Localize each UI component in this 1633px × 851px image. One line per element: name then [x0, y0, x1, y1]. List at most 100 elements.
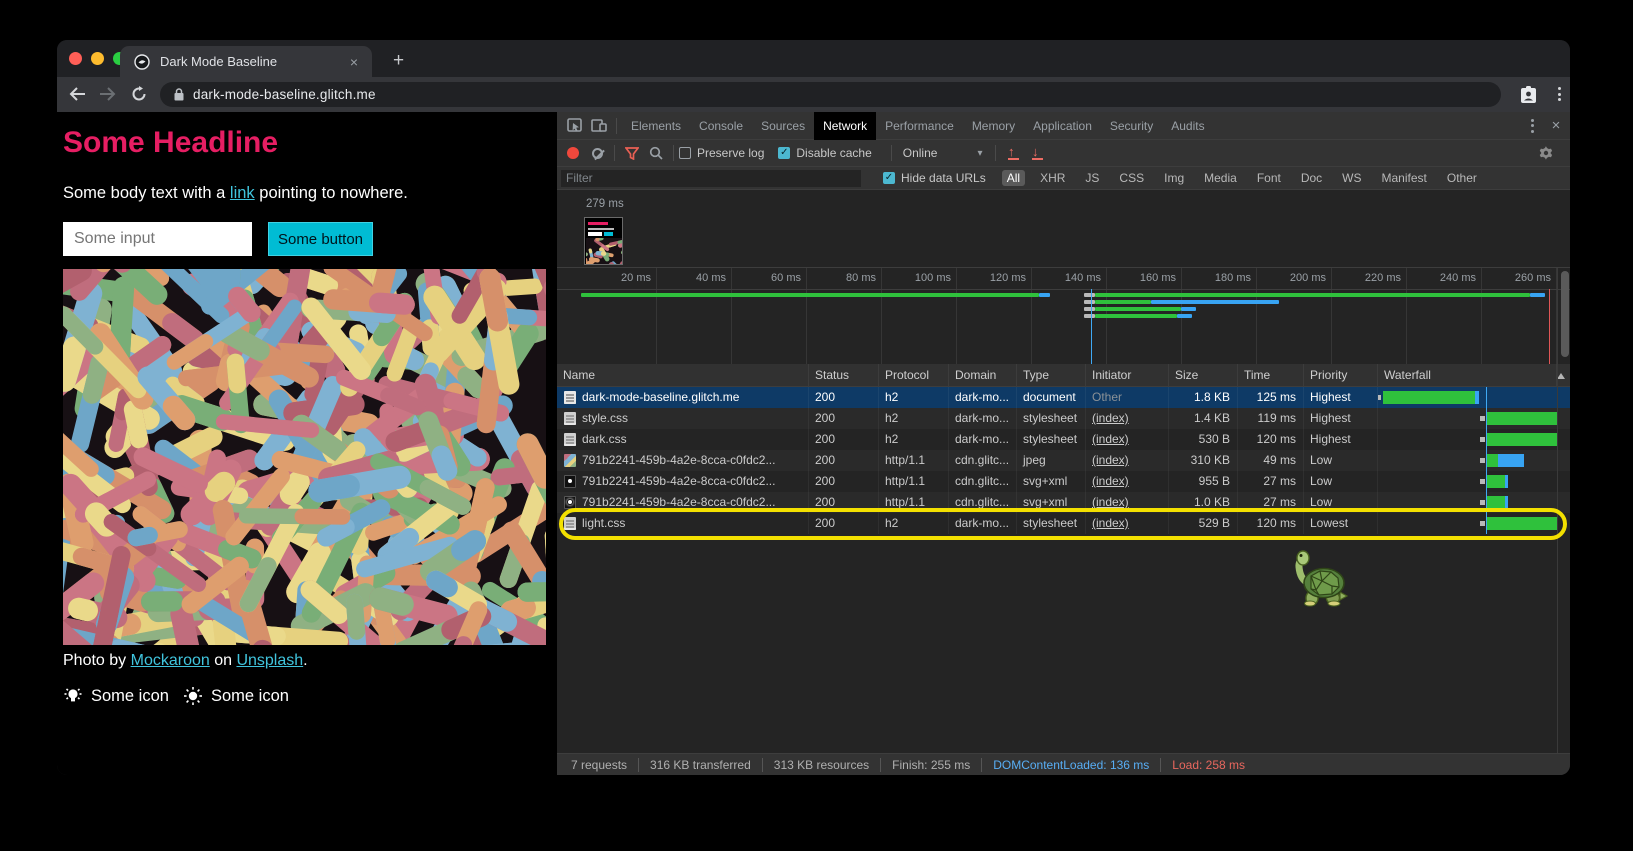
filter-type-manifest[interactable]: Manifest: [1377, 170, 1432, 186]
preserve-log-checkbox[interactable]: [679, 147, 691, 159]
column-header-size[interactable]: Size: [1169, 364, 1238, 387]
overview-request-bar: [1084, 293, 1095, 297]
page-headline: Some Headline: [63, 126, 278, 160]
overview-request-bar: [1177, 314, 1192, 318]
cell-type: document: [1017, 387, 1086, 408]
url-bar[interactable]: dark-mode-baseline.glitch.me: [160, 82, 1501, 107]
disable-cache-checkbox[interactable]: ✓: [778, 147, 790, 159]
column-header-name[interactable]: Name: [557, 364, 809, 387]
column-header-initiator[interactable]: Initiator: [1086, 364, 1169, 387]
tab-close-icon[interactable]: ×: [346, 54, 362, 70]
devtools-tab-memory[interactable]: Memory: [963, 112, 1024, 140]
column-header-protocol[interactable]: Protocol: [879, 364, 949, 387]
reload-icon[interactable]: [127, 82, 151, 106]
network-filter-input[interactable]: [561, 170, 861, 187]
devtools-tab-console[interactable]: Console: [690, 112, 752, 140]
search-icon[interactable]: [644, 143, 668, 163]
filter-type-font[interactable]: Font: [1252, 170, 1286, 186]
browser-tab[interactable]: Dark Mode Baseline ×: [120, 46, 372, 77]
record-icon[interactable]: [561, 143, 585, 163]
waterfall-cell: [1378, 408, 1557, 429]
network-request-row-dark.css[interactable]: dark.css200h2dark-mo...stylesheet(index)…: [557, 429, 1570, 450]
filter-type-media[interactable]: Media: [1199, 170, 1242, 186]
cell-time: 27 ms: [1238, 471, 1304, 492]
devtools-close-icon[interactable]: ×: [1544, 116, 1568, 136]
waterfall-waiting-bar: [1487, 412, 1557, 425]
network-overview-timeline[interactable]: 20 ms40 ms60 ms80 ms100 ms120 ms140 ms16…: [557, 268, 1570, 364]
cell-time: 125 ms: [1238, 387, 1304, 408]
column-header-time[interactable]: Time: [1238, 364, 1304, 387]
filmstrip-timestamp: 279 ms: [586, 198, 624, 210]
network-request-row-791b2241-459b-4a2e-8cca-c0fdc2...[interactable]: 791b2241-459b-4a2e-8cca-c0fdc2...200http…: [557, 450, 1570, 471]
load-event-line: [1549, 289, 1550, 364]
waterfall-download-bar: [1475, 391, 1479, 404]
filter-type-xhr[interactable]: XHR: [1035, 170, 1070, 186]
filter-type-css[interactable]: CSS: [1114, 170, 1149, 186]
filter-type-doc[interactable]: Doc: [1296, 170, 1327, 186]
clear-icon[interactable]: [585, 143, 609, 163]
network-request-row-dark-mode-baseline.glitch.me[interactable]: dark-mode-baseline.glitch.me200h2dark-mo…: [557, 387, 1570, 408]
initiator-link[interactable]: (index): [1092, 453, 1129, 467]
forward-icon[interactable]: [95, 82, 119, 106]
cell-size: 310 KB: [1169, 450, 1238, 471]
devtools-tab-performance[interactable]: Performance: [876, 112, 963, 140]
sun-icon: [183, 686, 203, 706]
devtools-tab-sources[interactable]: Sources: [752, 112, 814, 140]
throttling-dropdown-icon[interactable]: ▾: [977, 148, 982, 159]
network-settings-gear-icon[interactable]: [1534, 143, 1558, 163]
column-header-type[interactable]: Type: [1017, 364, 1086, 387]
credit-link-unsplash[interactable]: Unsplash: [236, 652, 303, 669]
filter-funnel-icon[interactable]: [620, 143, 644, 163]
initiator-text: Other: [1092, 390, 1122, 404]
column-header-status[interactable]: Status: [809, 364, 879, 387]
traffic-light-close[interactable]: [69, 52, 82, 65]
filter-type-ws[interactable]: WS: [1337, 170, 1366, 186]
cell-time: 49 ms: [1238, 450, 1304, 471]
column-header-priority[interactable]: Priority: [1304, 364, 1378, 387]
page-button[interactable]: Some button: [268, 222, 373, 256]
initiator-link[interactable]: (index): [1092, 474, 1129, 488]
back-icon[interactable]: [65, 82, 89, 106]
body-link[interactable]: link: [230, 184, 255, 202]
filter-type-js[interactable]: JS: [1080, 170, 1104, 186]
network-request-row-791b2241-459b-4a2e-8cca-c0fdc2...[interactable]: 791b2241-459b-4a2e-8cca-c0fdc2...200http…: [557, 471, 1570, 492]
ruler-gridline: [1256, 268, 1257, 364]
cell-priority: Highest: [1304, 387, 1378, 408]
filter-type-img[interactable]: Img: [1159, 170, 1189, 186]
initiator-link[interactable]: (index): [1092, 495, 1129, 509]
annotation-highlight-oval: [559, 508, 1567, 540]
devtools-tab-elements[interactable]: Elements: [622, 112, 690, 140]
inspect-cursor-icon[interactable]: [563, 116, 587, 136]
waterfall-cell: [1378, 471, 1557, 492]
filter-type-all[interactable]: All: [1002, 170, 1025, 186]
initiator-link[interactable]: (index): [1092, 432, 1129, 446]
initiator-link[interactable]: (index): [1092, 411, 1129, 425]
column-header-waterfall[interactable]: Waterfall: [1378, 364, 1557, 387]
credit-link-mockaroon[interactable]: Mockaroon: [131, 652, 210, 669]
overview-request-bar: [1095, 314, 1178, 318]
browser-window: Dark Mode Baseline × + dark-mode-baseli: [57, 40, 1570, 775]
new-tab-button[interactable]: +: [387, 48, 410, 74]
column-header-domain[interactable]: Domain: [949, 364, 1017, 387]
page-text-input[interactable]: [63, 222, 252, 256]
scrollbar-thumb[interactable]: [1561, 271, 1569, 357]
devtools-tab-security[interactable]: Security: [1101, 112, 1162, 140]
traffic-light-minimize[interactable]: [91, 52, 104, 65]
profile-badge-icon[interactable]: [1516, 82, 1540, 106]
browser-menu-icon[interactable]: [1547, 82, 1570, 106]
filmstrip-screenshot[interactable]: [584, 217, 623, 265]
devtools-more-icon[interactable]: [1520, 116, 1544, 136]
device-toolbar-icon[interactable]: [587, 116, 611, 136]
devtools-tab-audits[interactable]: Audits: [1162, 112, 1213, 140]
network-request-row-style.css[interactable]: style.css200h2dark-mo...stylesheet(index…: [557, 408, 1570, 429]
cell-status: 200: [809, 450, 879, 471]
devtools-tab-network[interactable]: Network: [814, 112, 876, 140]
ruler-tick-label: 120 ms: [990, 272, 1031, 284]
export-har-icon[interactable]: ↓: [1025, 143, 1049, 163]
filmstrip-section: 279 ms: [557, 190, 1570, 268]
devtools-tab-application[interactable]: Application: [1024, 112, 1101, 140]
hide-data-urls-checkbox[interactable]: ✓: [883, 172, 895, 184]
filter-type-other[interactable]: Other: [1442, 170, 1482, 186]
throttling-select[interactable]: Online: [903, 146, 938, 160]
import-har-icon[interactable]: ↑: [1001, 143, 1025, 163]
